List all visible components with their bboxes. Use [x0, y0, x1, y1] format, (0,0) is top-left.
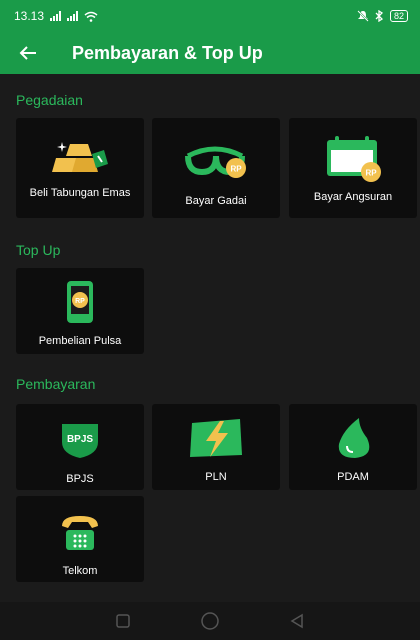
menu-beli-tabungan-emas[interactable]: Beli Tabungan Emas — [16, 118, 144, 218]
section-title-pembayaran: Pembayaran — [16, 376, 96, 392]
recent-apps-button[interactable] — [115, 613, 131, 629]
menu-label: Bayar Angsuran — [313, 191, 393, 203]
phone-rp-icon: RP — [64, 280, 96, 324]
rp-label: RP — [230, 165, 242, 174]
back-nav-button[interactable] — [289, 613, 305, 629]
water-drop-icon — [333, 416, 373, 460]
calendar-rp-icon: RP — [321, 136, 385, 182]
menu-telkom[interactable]: Telkom — [16, 496, 144, 582]
menu-label: Pembelian Pulsa — [38, 335, 122, 347]
bpjs-shield-icon: BPJS — [58, 418, 102, 462]
main-content: Pegadaian Beli Tabungan Emas RP Bayar Ga… — [0, 74, 420, 602]
section-title-topup: Top Up — [16, 242, 61, 258]
status-right: 82 — [357, 10, 408, 22]
wifi-icon — [84, 11, 98, 22]
menu-label: BPJS — [66, 473, 94, 485]
circle-icon — [201, 612, 219, 630]
battery-icon: 82 — [389, 10, 408, 22]
signal-icon — [50, 11, 62, 21]
menu-pembelian-pulsa[interactable]: RP Pembelian Pulsa — [16, 268, 144, 354]
section-title-pegadaian: Pegadaian — [16, 92, 83, 108]
rp-label: RP — [75, 298, 85, 305]
menu-bayar-angsuran[interactable]: RP Bayar Angsuran — [289, 118, 417, 218]
page-title: Pembayaran & Top Up — [72, 42, 263, 63]
mute-icon — [357, 10, 369, 22]
signal-icon-2 — [67, 11, 79, 21]
home-button[interactable] — [200, 611, 220, 631]
telephone-icon — [58, 510, 102, 554]
back-button[interactable] — [0, 32, 56, 74]
app-bar: Pembayaran & Top Up — [0, 32, 420, 74]
status-left: 13.13 — [14, 9, 98, 23]
menu-pln[interactable]: PLN — [152, 404, 280, 490]
system-nav-bar — [0, 602, 420, 640]
status-time: 13.13 — [14, 9, 45, 23]
square-icon — [115, 614, 130, 628]
bpjs-shield-text: BPJS — [67, 434, 93, 445]
triangle-back-icon — [290, 613, 304, 629]
rp-label: RP — [365, 169, 377, 178]
menu-bayar-gadai[interactable]: RP Bayar Gadai — [152, 118, 280, 218]
menu-label: Bayar Gadai — [185, 195, 247, 207]
menu-label: PLN — [205, 471, 227, 483]
menu-label: PDAM — [337, 471, 369, 483]
bluetooth-icon — [375, 10, 384, 22]
menu-pdam[interactable]: PDAM — [289, 404, 417, 490]
menu-label: Beli Tabungan Emas — [29, 187, 131, 199]
gold-bars-icon — [48, 136, 112, 180]
menu-label: Telkom — [62, 565, 98, 577]
arrow-left-icon — [19, 46, 36, 60]
menu-bpjs[interactable]: BPJS BPJS — [16, 404, 144, 490]
scale-rp-icon: RP — [178, 136, 254, 180]
status-bar: 13.13 82 — [0, 0, 420, 32]
lightning-icon — [186, 416, 246, 460]
